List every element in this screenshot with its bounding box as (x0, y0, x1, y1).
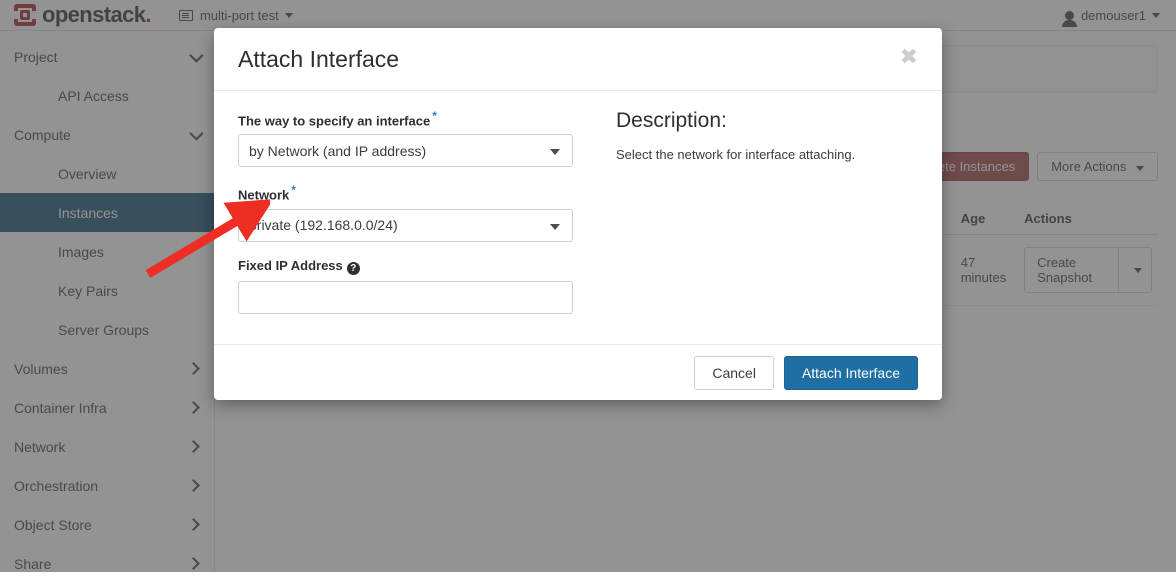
fixed-ip-input[interactable] (238, 281, 573, 314)
chevron-down-icon (550, 149, 560, 155)
field-group-method: The way to specify an interface* by Netw… (238, 109, 586, 167)
label-fixed-ip: Fixed IP Address? (238, 258, 586, 275)
description-column: Description: Select the network for inte… (586, 109, 918, 334)
modal-title: Attach Interface (238, 46, 399, 73)
cancel-button[interactable]: Cancel (694, 356, 774, 390)
label-network: Network* (238, 183, 586, 202)
label-method-text: The way to specify an interface (238, 113, 430, 128)
required-marker-icon: * (432, 109, 437, 123)
attach-interface-modal: Attach Interface ✖ The way to specify an… (214, 28, 942, 400)
description-title: Description: (616, 109, 918, 133)
label-network-text: Network (238, 188, 289, 203)
close-icon[interactable]: ✖ (896, 42, 922, 72)
chevron-down-icon (550, 224, 560, 230)
network-select[interactable]: private (192.168.0.0/24) (238, 209, 573, 242)
help-icon[interactable]: ? (347, 262, 360, 275)
modal-footer: Cancel Attach Interface (214, 344, 942, 400)
interface-method-value: by Network (and IP address) (249, 143, 426, 159)
description-text: Select the network for interface attachi… (616, 145, 918, 165)
modal-body: The way to specify an interface* by Netw… (214, 91, 942, 344)
form-column: The way to specify an interface* by Netw… (238, 109, 586, 334)
attach-interface-submit-button[interactable]: Attach Interface (784, 356, 918, 390)
required-marker-icon: * (291, 183, 296, 197)
field-group-fixed-ip: Fixed IP Address? (238, 258, 586, 314)
modal-header: Attach Interface ✖ (214, 28, 942, 91)
label-fixed-ip-text: Fixed IP Address (238, 258, 343, 273)
network-select-value: private (192.168.0.0/24) (249, 217, 398, 233)
field-group-network: Network* private (192.168.0.0/24) (238, 183, 586, 241)
interface-method-select[interactable]: by Network (and IP address) (238, 134, 573, 167)
label-method: The way to specify an interface* (238, 109, 586, 128)
